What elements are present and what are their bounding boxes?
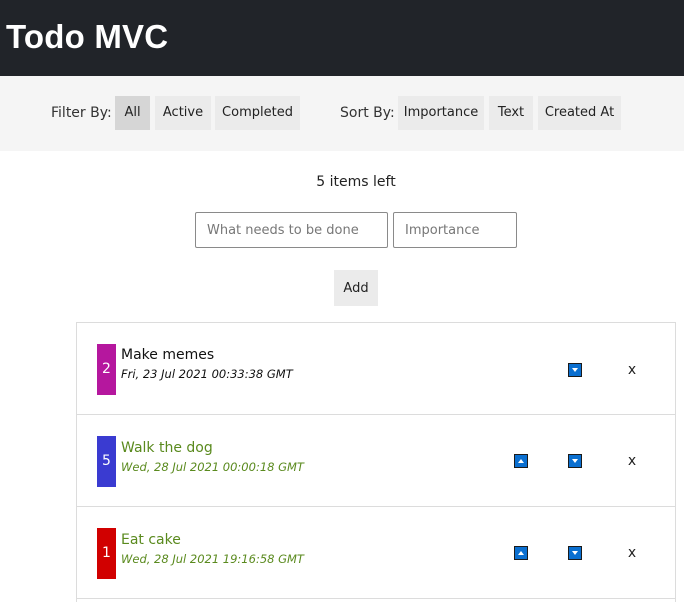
- todo-text[interactable]: Make memes: [121, 346, 214, 364]
- triangle-down-icon: [572, 459, 578, 463]
- todo-item: 2 Make memes Fri, 23 Jul 2021 00:33:38 G…: [77, 323, 675, 415]
- todo-item: 1 Eat cake Wed, 28 Jul 2021 19:16:58 GMT…: [77, 507, 675, 599]
- sort-created-at-button[interactable]: Created At: [538, 96, 621, 130]
- new-todo-importance-input[interactable]: [393, 212, 517, 248]
- move-up-button[interactable]: [514, 454, 528, 468]
- filter-sort-toolbar: Filter By: All Active Completed Sort By:…: [0, 76, 684, 151]
- items-left-counter: 5 items left: [316, 174, 396, 190]
- todo-created-date: Fri, 23 Jul 2021 00:33:38 GMT: [121, 367, 293, 381]
- app-header: Todo MVC: [0, 0, 684, 76]
- triangle-up-icon: [518, 459, 524, 463]
- delete-button[interactable]: x: [626, 453, 638, 469]
- move-down-button[interactable]: [568, 363, 582, 377]
- delete-button[interactable]: x: [626, 362, 638, 378]
- sort-importance-button[interactable]: Importance: [398, 96, 484, 130]
- filter-label: Filter By:: [51, 105, 112, 121]
- todo-created-date: Wed, 28 Jul 2021 00:00:18 GMT: [121, 460, 304, 474]
- move-down-button[interactable]: [568, 546, 582, 560]
- sort-label: Sort By:: [340, 105, 395, 121]
- move-down-button[interactable]: [568, 454, 582, 468]
- todo-text[interactable]: Eat cake: [121, 531, 181, 549]
- delete-button[interactable]: x: [626, 545, 638, 561]
- todo-created-date: Wed, 28 Jul 2021 19:16:58 GMT: [121, 552, 304, 566]
- filter-all-button[interactable]: All: [115, 96, 150, 130]
- add-todo-button[interactable]: Add: [334, 270, 378, 306]
- triangle-up-icon: [518, 551, 524, 555]
- triangle-down-icon: [572, 551, 578, 555]
- filter-active-button[interactable]: Active: [155, 96, 211, 130]
- todo-text[interactable]: Walk the dog: [121, 439, 213, 457]
- filter-completed-button[interactable]: Completed: [215, 96, 300, 130]
- importance-badge: 1: [97, 528, 116, 579]
- importance-badge: 2: [97, 344, 116, 395]
- app-title: Todo MVC: [6, 18, 169, 55]
- todo-item: 5 Walk the dog Wed, 28 Jul 2021 00:00:18…: [77, 415, 675, 507]
- todo-list: 2 Make memes Fri, 23 Jul 2021 00:33:38 G…: [76, 322, 676, 602]
- importance-badge: 5: [97, 436, 116, 487]
- sort-text-button[interactable]: Text: [489, 96, 533, 130]
- new-todo-text-input[interactable]: [195, 212, 388, 248]
- triangle-down-icon: [572, 368, 578, 372]
- move-up-button[interactable]: [514, 546, 528, 560]
